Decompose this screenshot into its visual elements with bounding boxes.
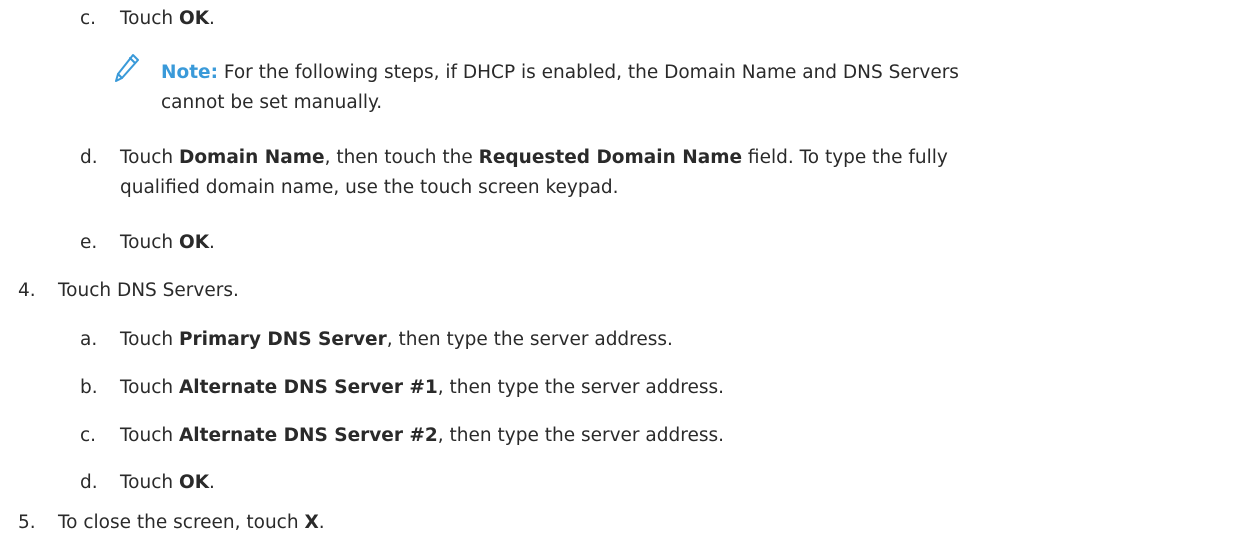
step-text: Touch Primary DNS Server, then type the … [120, 327, 673, 353]
ok-term: OK [178, 472, 210, 493]
step-text: To close the screen, touch X. [58, 510, 325, 536]
step-text-part: Touch [120, 8, 179, 29]
step-text: Touch Alternate DNS Server #1, then type… [120, 375, 724, 401]
primary-dns-server-term: Primary DNS Server [178, 329, 387, 350]
step-text-part: Touch [120, 147, 179, 168]
step-text-part: . [209, 472, 215, 493]
step-text-part: Touch DNS Servers. [58, 280, 239, 301]
step-number: 4. [18, 280, 36, 301]
step-text-continuation: qualified domain name, use the touch scr… [120, 177, 619, 198]
step-number: 5. [18, 512, 36, 533]
step-text-part: To close the screen, touch [58, 512, 305, 533]
alternate-dns-server-2-term: Alternate DNS Server #2 [178, 425, 438, 446]
step-text: Touch Alternate DNS Server #2, then type… [120, 423, 724, 449]
step-marker: c. [80, 8, 97, 29]
step-text: Touch OK. [120, 6, 215, 32]
step-text-part: Touch [120, 232, 179, 253]
note-text-continuation: cannot be set manually. [161, 92, 383, 113]
note-label: Note: [161, 62, 218, 83]
ok-term: OK [178, 8, 210, 29]
step-marker: d. [80, 472, 98, 493]
alternate-dns-server-1-term: Alternate DNS Server #1 [178, 377, 438, 398]
step-marker: e. [80, 232, 98, 253]
step-text: Touch DNS Servers. [58, 278, 239, 304]
note-text: Note: For the following steps, if DHCP i… [161, 60, 959, 86]
step-text-part: , then type the server address. [386, 329, 673, 350]
ok-term: OK [178, 232, 210, 253]
step-text-part: , then type the server address. [437, 377, 724, 398]
pencil-icon [115, 54, 139, 82]
requested-domain-name-term: Requested Domain Name [478, 147, 743, 168]
step-text: Touch OK. [120, 230, 215, 256]
step-text-part: Touch [120, 472, 179, 493]
step-marker: a. [80, 329, 98, 350]
domain-name-term: Domain Name [178, 147, 325, 168]
step-marker: d. [80, 147, 98, 168]
step-text-part: field. To type the fully [742, 147, 948, 168]
step-marker: c. [80, 425, 97, 446]
step-text-part: , then type the server address. [437, 425, 724, 446]
step-marker: b. [80, 377, 98, 398]
step-text: Touch Domain Name, then touch the Reques… [120, 145, 948, 171]
step-text-part: Touch [120, 377, 179, 398]
x-term: X [304, 512, 319, 533]
note-text-part: For the following steps, if DHCP is enab… [217, 62, 959, 83]
step-text-part: . [209, 8, 215, 29]
step-text-part: . [209, 232, 215, 253]
step-text-part: Touch [120, 329, 179, 350]
step-text-part: Touch [120, 425, 179, 446]
step-text-part: . [318, 512, 325, 533]
step-text: Touch OK. [120, 470, 215, 496]
step-text-part: , then touch the [324, 147, 479, 168]
